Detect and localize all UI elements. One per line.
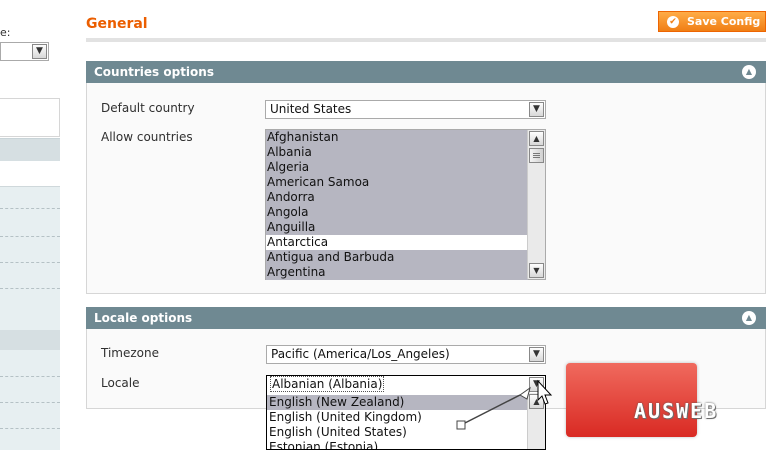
annotation-arrowhead [519,386,531,400]
mouse-cursor-icon [537,379,553,405]
annotation-line [460,394,521,426]
annotation-handle [456,420,466,430]
annotation-pointer [456,379,553,430]
